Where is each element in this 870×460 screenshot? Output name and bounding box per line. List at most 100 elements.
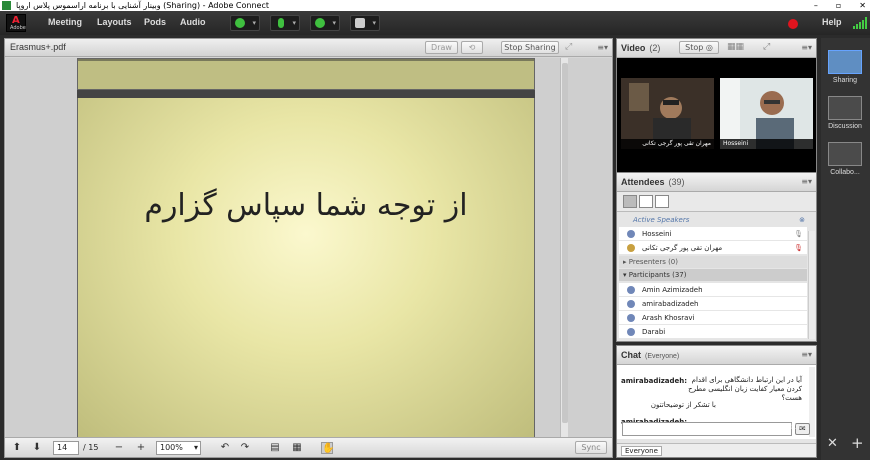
- attendee-name: Arash Khosravi: [642, 314, 695, 322]
- stop-video-label: Stop: [685, 43, 704, 52]
- chat-recipient-tab[interactable]: Everyone: [621, 446, 662, 456]
- video-pod-menu-icon[interactable]: ≡▾: [801, 43, 812, 52]
- layout-collaboration[interactable]: Collabo...: [826, 142, 864, 176]
- attendee-name: Amin Azimizadeh: [642, 286, 703, 294]
- zoom-out-icon[interactable]: −: [113, 442, 125, 454]
- chat-scope: (Everyone): [645, 353, 680, 360]
- chat-pod-header: Chat (Everyone) ≡▾: [617, 346, 816, 365]
- list-item[interactable]: Amin Azimizadeh: [619, 283, 807, 297]
- microphone-toggle[interactable]: ▾: [270, 15, 300, 31]
- chat-pod-menu-icon[interactable]: ≡▾: [801, 350, 812, 359]
- list-item[interactable]: Hosseini 🎙: [619, 227, 807, 241]
- close-layout-icon[interactable]: ✕: [827, 436, 838, 451]
- record-indicator-icon[interactable]: [788, 19, 798, 29]
- attendees-scrollbar[interactable]: [808, 231, 815, 339]
- breakout-icon[interactable]: [639, 195, 653, 208]
- video-pod-header: Video (2) Stop ◎ ▦▦ ⤢ ≡▾: [617, 39, 816, 58]
- chat-message: با تشکر از توضیحاتتون: [650, 401, 716, 409]
- attendees-pod-menu-icon[interactable]: ≡▾: [801, 177, 812, 186]
- zoom-value: 100%: [160, 443, 183, 452]
- zoom-select[interactable]: 100% ▾: [156, 441, 201, 455]
- previous-page-icon[interactable]: ⬆: [11, 442, 23, 454]
- rotate-left-icon[interactable]: ↶: [219, 442, 231, 454]
- list-item[interactable]: مهران تقی پور گرجی تکانی 🎙: [619, 241, 807, 255]
- share-pod-title: Erasmus+.pdf: [10, 42, 66, 52]
- participants-section[interactable]: ▾ Participants (37): [619, 269, 807, 281]
- layout-thumbnail: [828, 96, 862, 120]
- minimize-button[interactable]: –: [814, 0, 818, 11]
- layout-thumbnail: [828, 50, 862, 74]
- status-toggle[interactable]: ▾: [350, 15, 380, 31]
- video-count: (2): [649, 43, 661, 53]
- layout-label: Sharing: [832, 77, 858, 84]
- microphone-icon: [278, 18, 284, 28]
- close-window-button[interactable]: ✕: [859, 0, 866, 11]
- menu-bar: A Adobe Meeting Layouts Pods Audio ▾ ▾ ▾ …: [0, 11, 870, 35]
- layout-sharing[interactable]: Sharing: [826, 50, 864, 84]
- stop-sharing-button[interactable]: Stop Sharing: [501, 41, 559, 54]
- vertical-scrollbar[interactable]: [560, 58, 568, 438]
- presenters-section[interactable]: ▸ Presenters (0): [619, 256, 807, 268]
- connection-signal-icon: [853, 17, 867, 29]
- active-speakers-header: Active Speakers ⊗: [619, 214, 807, 226]
- maximize-button[interactable]: ▫: [836, 0, 841, 11]
- stop-video-button[interactable]: Stop ◎: [679, 41, 719, 54]
- fullscreen-icon[interactable]: ⤢: [565, 42, 572, 52]
- fullscreen-icon[interactable]: ⤢: [763, 42, 770, 52]
- draw-button[interactable]: Draw: [425, 41, 458, 54]
- webcam-icon: [315, 18, 325, 28]
- menu-meeting[interactable]: Meeting: [48, 17, 82, 27]
- attendees-pod-title: Attendees: [621, 177, 665, 187]
- zoom-in-icon[interactable]: +: [135, 442, 147, 454]
- share-pod-footer: ⬆ ⬇ 14 / 15 − + 100% ▾ ↶ ↷ ▤ ▦ ✋ Sync: [5, 437, 612, 457]
- add-layout-icon[interactable]: +: [851, 434, 864, 452]
- list-item[interactable]: Darabi: [619, 325, 807, 339]
- share-pod: Erasmus+.pdf Draw ⟲ Stop Sharing ⤢ ≡▾ از…: [4, 38, 613, 458]
- menu-help[interactable]: Help: [822, 17, 842, 27]
- attendees-pod: Attendees (39) ≡▾ Active Speakers ⊗ Hosse…: [616, 172, 817, 342]
- close-icon[interactable]: ⊗: [799, 214, 805, 226]
- active-speakers-label: Active Speakers: [633, 216, 690, 224]
- watermark-line1: Activate Windows: [683, 410, 770, 422]
- page-total: / 15: [83, 443, 99, 452]
- person-icon: [627, 286, 635, 294]
- role-view-icon[interactable]: [655, 195, 669, 208]
- attendees-pod-header: Attendees (39) ≡▾: [617, 173, 816, 192]
- print-icon[interactable]: ▦: [291, 442, 303, 454]
- previous-slide-fragment: [77, 58, 535, 90]
- menu-pods[interactable]: Pods: [144, 17, 166, 27]
- person-icon: [627, 230, 635, 238]
- video-tile[interactable]: Hosseini: [720, 78, 813, 149]
- speaker-toggle[interactable]: ▾: [230, 15, 260, 31]
- undo-share-button[interactable]: ⟲: [461, 41, 483, 54]
- pointer-icon[interactable]: ✋: [321, 442, 334, 454]
- scrollbar-thumb[interactable]: [562, 63, 568, 423]
- video-name-label: مهران تقی پور گرجی تکانی: [621, 139, 714, 149]
- attendee-name: Darabi: [642, 328, 666, 336]
- menu-layouts[interactable]: Layouts: [97, 17, 132, 27]
- participants-label: Participants (37): [628, 271, 687, 279]
- rotate-right-icon[interactable]: ↷: [239, 442, 251, 454]
- webcam-toggle[interactable]: ▾: [310, 15, 340, 31]
- next-page-icon[interactable]: ⬇: [31, 442, 43, 454]
- attendee-name: Hosseini: [642, 230, 672, 238]
- layout-discussion[interactable]: Discussion: [826, 96, 864, 130]
- video-tile[interactable]: مهران تقی پور گرجی تکانی: [621, 78, 714, 149]
- slide-separator: [77, 90, 535, 98]
- fit-width-icon[interactable]: ▤: [269, 442, 281, 454]
- grid-view-icon[interactable]: ▦▦: [727, 42, 744, 52]
- person-icon: [627, 314, 635, 322]
- layout-label: Collabo...: [830, 169, 860, 176]
- list-item[interactable]: Arash Khosravi: [619, 311, 807, 325]
- list-item[interactable]: amirabadizadeh: [619, 297, 807, 311]
- menu-audio[interactable]: Audio: [180, 17, 206, 27]
- chat-message: آیا در این ارتباط دانشگاهی برای اقدام کر…: [688, 376, 802, 402]
- list-view-icon[interactable]: [623, 195, 637, 208]
- sync-button[interactable]: Sync: [575, 441, 607, 454]
- chevron-down-icon: ▾: [623, 271, 627, 279]
- chat-sender: amirabadizadeh:: [621, 377, 688, 385]
- share-pod-menu-icon[interactable]: ≡▾: [597, 43, 608, 52]
- slide-text: از توجه شما سپاس گزارم: [144, 188, 468, 223]
- page-number-input[interactable]: 14: [53, 441, 79, 455]
- attendee-name: مهران تقی پور گرجی تکانی: [642, 244, 723, 252]
